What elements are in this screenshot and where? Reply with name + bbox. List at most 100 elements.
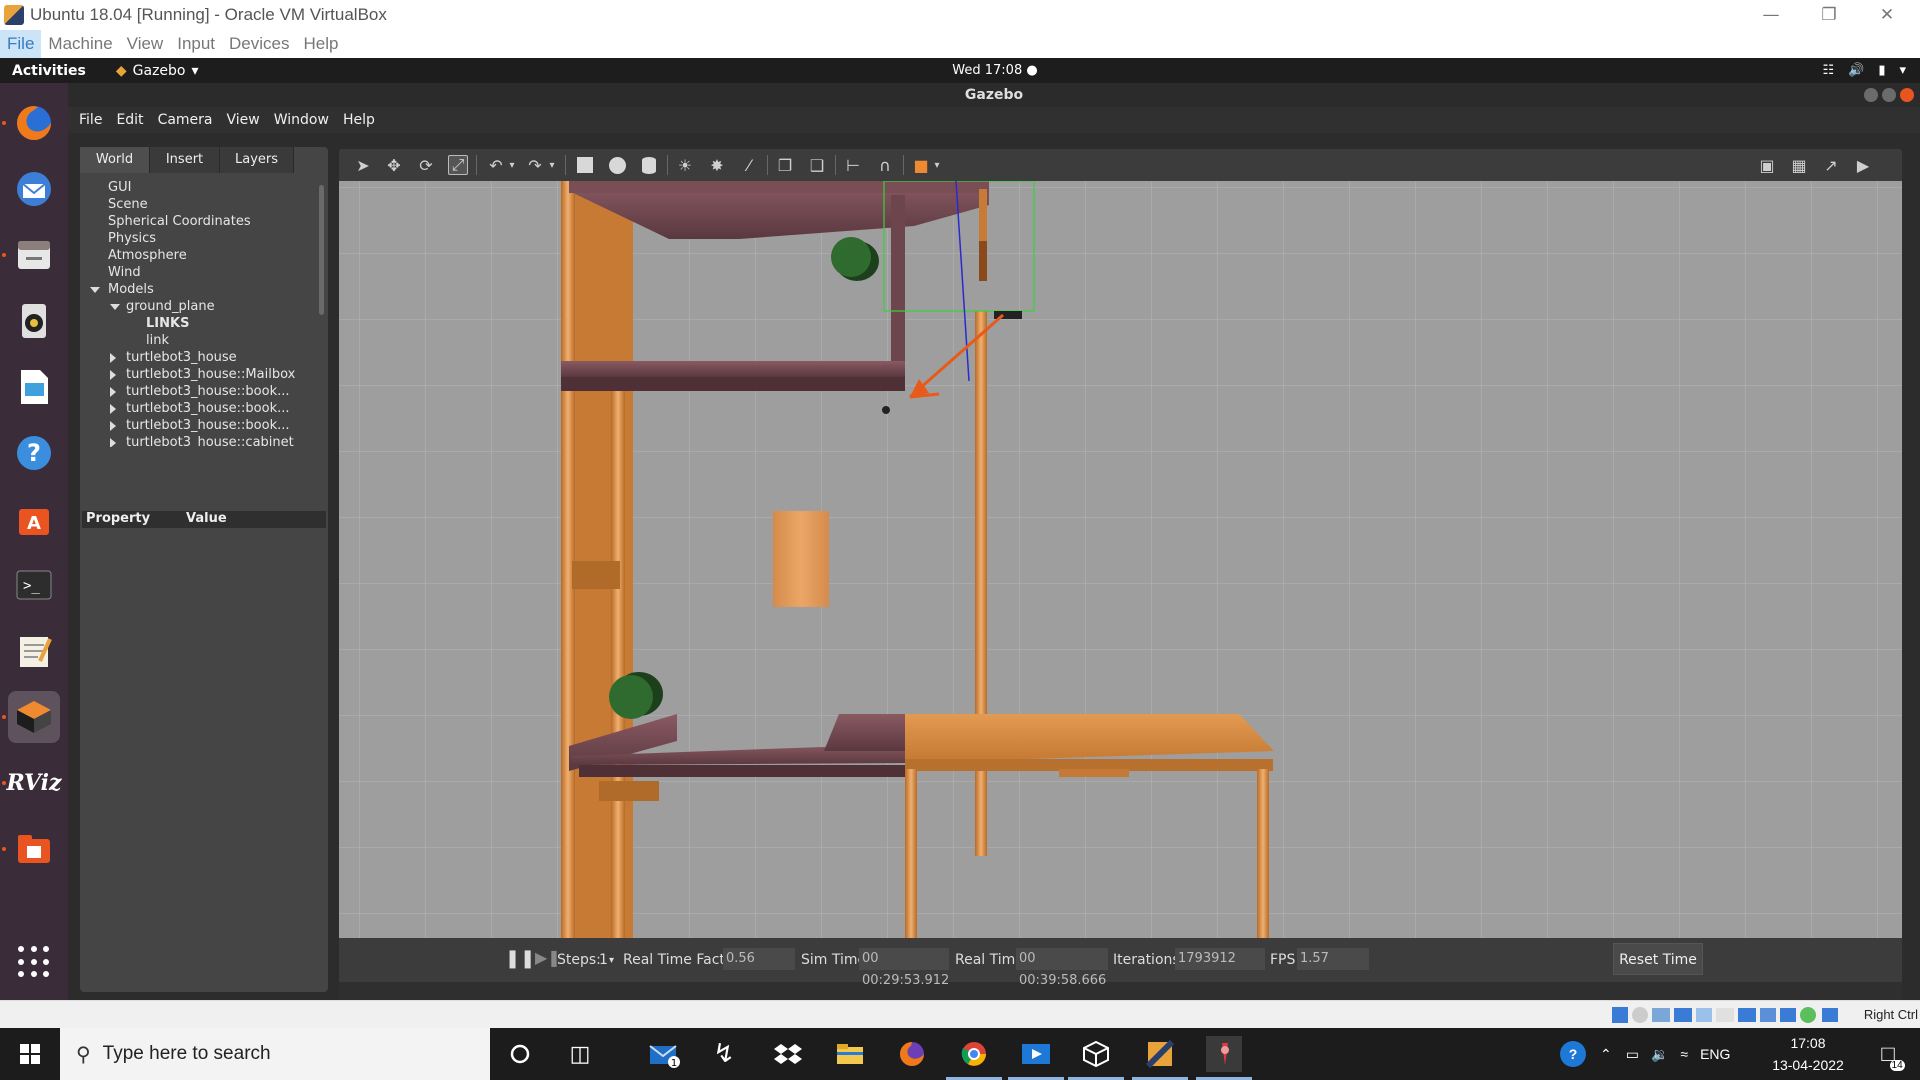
tab-layers[interactable]: Layers xyxy=(220,147,294,173)
menu-file[interactable]: File xyxy=(0,30,42,58)
paste-icon[interactable]: ❑ xyxy=(807,155,827,175)
show-applications-button[interactable] xyxy=(18,946,50,978)
libreoffice-impress-icon[interactable] xyxy=(8,361,60,413)
expand-right-icon[interactable] xyxy=(110,404,116,414)
software-center-icon[interactable]: A xyxy=(8,493,60,545)
undo-icon[interactable]: ↶ xyxy=(486,155,506,175)
expand-down-icon[interactable] xyxy=(110,304,120,310)
battery-tray-icon[interactable]: ▭ xyxy=(1626,1046,1639,1063)
pause-icon[interactable]: ❚❚ xyxy=(505,948,535,969)
restore-button[interactable]: ❐ xyxy=(1800,0,1858,30)
tree-item[interactable]: turtlebot3_house::book... xyxy=(80,417,324,434)
gazebo-menu-view[interactable]: View xyxy=(220,112,267,128)
files-icon[interactable] xyxy=(8,229,60,281)
menu-help[interactable]: Help xyxy=(297,30,346,58)
expand-down-icon[interactable] xyxy=(90,287,100,293)
ubuntu-vm-taskbar-icon[interactable] xyxy=(1132,1036,1188,1080)
tab-insert[interactable]: Insert xyxy=(150,147,220,173)
wifi-tray-icon[interactable]: ≈ xyxy=(1680,1046,1688,1062)
menu-view[interactable]: View xyxy=(120,30,171,58)
tree-item[interactable]: turtlebot3_house xyxy=(80,349,324,366)
directional-light-icon[interactable]: ⁄ xyxy=(739,155,759,175)
view-angle-icon[interactable]: ■ xyxy=(911,155,931,175)
gazebo-minimize-button[interactable] xyxy=(1864,88,1878,102)
plot-icon[interactable]: ↗ xyxy=(1821,155,1841,175)
gazebo-menu-edit[interactable]: Edit xyxy=(109,112,150,128)
language-indicator[interactable]: ENG xyxy=(1700,1046,1730,1062)
file-explorer-icon[interactable] xyxy=(832,1036,868,1072)
gazebo-menu-file[interactable]: File xyxy=(72,112,109,128)
tree-item[interactable]: Atmosphere xyxy=(80,247,324,264)
media-player-icon[interactable] xyxy=(1008,1036,1064,1080)
task-view-icon[interactable]: ◫ xyxy=(562,1036,598,1072)
align-icon[interactable]: ⊢ xyxy=(843,155,863,175)
box-shape-icon[interactable] xyxy=(575,155,595,175)
thunderbird-icon[interactable] xyxy=(8,163,60,215)
file-manager-icon[interactable] xyxy=(8,823,60,875)
clock[interactable]: Wed 17:08 ● xyxy=(0,63,1920,78)
rotate-mode-icon[interactable]: ⟳ xyxy=(416,155,436,175)
simulation-scene[interactable] xyxy=(339,180,1902,938)
tree-item[interactable]: turtlebot3_house::Mailbox xyxy=(80,366,324,383)
undo-dropdown-icon[interactable]: ▾ xyxy=(507,155,517,175)
reset-time-button[interactable]: Reset Time xyxy=(1613,943,1703,975)
chrome-icon[interactable] xyxy=(946,1036,1002,1080)
rhythmbox-icon[interactable] xyxy=(8,295,60,347)
tree-item[interactable]: turtlebot3_house::cabinet xyxy=(80,434,324,447)
system-tray[interactable]: ☷ 🔊 ▮ ▾ xyxy=(1822,63,1906,78)
windows-start-button[interactable] xyxy=(0,1028,60,1080)
text-editor-icon[interactable] xyxy=(8,625,60,677)
video-record-icon[interactable]: ▶ xyxy=(1853,155,1873,175)
gazebo-icon[interactable] xyxy=(8,691,60,743)
volume-tray-icon[interactable]: 🔉 xyxy=(1651,1046,1668,1063)
translate-mode-icon[interactable]: ✥ xyxy=(384,155,404,175)
gazebo-maximize-button[interactable] xyxy=(1882,88,1896,102)
menu-machine[interactable]: Machine xyxy=(41,30,119,58)
terminal-icon[interactable]: >_ xyxy=(8,559,60,611)
tree-item[interactable]: link xyxy=(80,332,324,349)
tree-scrollbar[interactable] xyxy=(319,185,324,315)
expand-right-icon[interactable] xyxy=(110,387,116,397)
view-angle-dropdown-icon[interactable]: ▾ xyxy=(932,155,942,175)
tree-item[interactable]: Scene xyxy=(80,196,324,213)
device-status-icons[interactable] xyxy=(1610,1005,1860,1025)
tree-item[interactable]: ground_plane xyxy=(80,298,324,315)
expand-right-icon[interactable] xyxy=(110,438,116,447)
winscp-icon[interactable]: ↯ xyxy=(706,1036,742,1072)
select-mode-icon[interactable]: ➤ xyxy=(353,155,373,175)
expand-right-icon[interactable] xyxy=(110,353,116,363)
expand-right-icon[interactable] xyxy=(110,370,116,380)
gazebo-menu-camera[interactable]: Camera xyxy=(151,112,220,128)
sphere-shape-icon[interactable] xyxy=(607,155,627,175)
log-icon[interactable]: ▦ xyxy=(1789,155,1809,175)
spot-light-icon[interactable]: ✸ xyxy=(707,155,727,175)
tree-item[interactable]: Spherical Coordinates xyxy=(80,213,324,230)
tree-item[interactable]: Models xyxy=(80,281,324,298)
dropbox-icon[interactable] xyxy=(770,1036,806,1072)
expand-right-icon[interactable] xyxy=(110,421,116,431)
gazebo-menu-window[interactable]: Window xyxy=(267,112,336,128)
firefox-taskbar-icon[interactable] xyxy=(894,1036,930,1072)
ros-app-taskbar-icon[interactable] xyxy=(1196,1036,1252,1080)
tab-world[interactable]: World xyxy=(80,147,150,173)
tree-item[interactable]: GUI xyxy=(80,179,324,196)
steps-input[interactable]: 1 xyxy=(599,952,608,968)
redo-icon[interactable]: ↷ xyxy=(525,155,545,175)
notifications-button[interactable]: □ 14 xyxy=(1868,1028,1908,1080)
tree-item[interactable]: turtlebot3_house::book... xyxy=(80,400,324,417)
tree-item[interactable]: LINKS xyxy=(80,315,324,332)
scale-mode-icon[interactable]: ⤢ xyxy=(448,155,468,175)
firefox-icon[interactable] xyxy=(8,97,60,149)
tree-item[interactable]: turtlebot3_house::book... xyxy=(80,383,324,400)
cortana-icon[interactable] xyxy=(502,1036,538,1072)
snap-icon[interactable]: ∩ xyxy=(875,155,895,175)
steps-dropdown-icon[interactable]: ▾ xyxy=(609,955,614,966)
taskbar-clock[interactable]: 17:08 13-04-2022 xyxy=(1768,1032,1848,1076)
taskbar-search-box[interactable]: ⚲ Type here to search xyxy=(60,1028,490,1080)
menu-devices[interactable]: Devices xyxy=(222,30,296,58)
copy-icon[interactable]: ❐ xyxy=(775,155,795,175)
point-light-icon[interactable]: ☀ xyxy=(675,155,695,175)
tree-item[interactable]: Physics xyxy=(80,230,324,247)
chevron-up-icon[interactable]: ⌃ xyxy=(1600,1046,1612,1063)
help-tray-icon[interactable]: ? xyxy=(1560,1041,1586,1067)
